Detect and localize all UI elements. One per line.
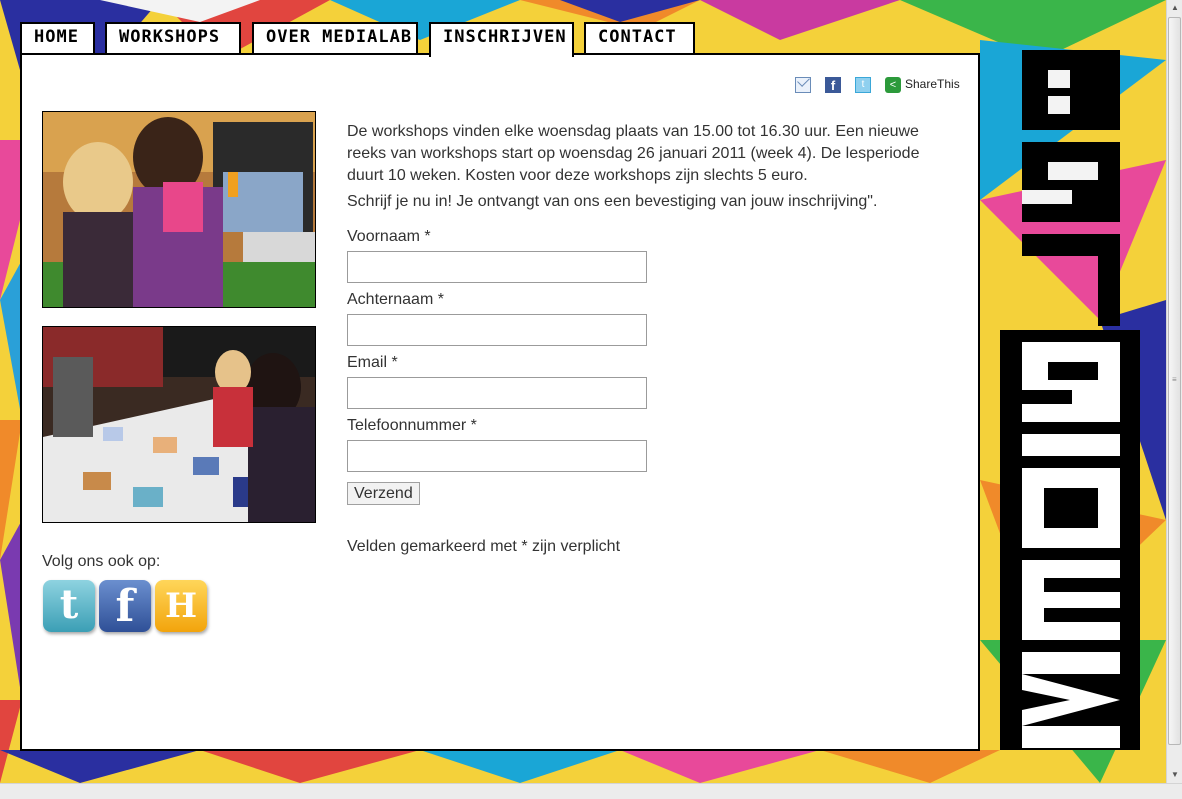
submit-button[interactable]: Verzend (347, 482, 420, 505)
tab-workshops[interactable]: WORKSHOPS (105, 22, 241, 53)
signup-call-to-action: Schrijf je nu in! Je ontvangt van ons ee… (347, 193, 878, 210)
hyves-icon[interactable]: H (155, 580, 207, 632)
phone-field[interactable] (347, 440, 647, 472)
scroll-up-arrow-icon[interactable]: ▲ (1167, 0, 1182, 16)
content-panel: f t < ShareThis Volg ons ook op: t f H D… (20, 53, 980, 751)
sharethis-icon[interactable]: < (885, 77, 901, 93)
tab-contact[interactable]: CONTACT (584, 22, 695, 53)
tab-over-medialab[interactable]: OVER MEDIALAB (252, 22, 418, 53)
scrollbar-thumb[interactable]: ≡ (1168, 17, 1181, 745)
last-name-label: Achternaam * (347, 291, 444, 308)
vertical-scrollbar[interactable]: ▲ ≡ ▼ (1166, 0, 1182, 783)
email-label: Email * (347, 354, 398, 371)
email-field[interactable] (347, 377, 647, 409)
workshop-photo-1 (42, 111, 316, 308)
twitter-share-icon[interactable]: t (855, 77, 871, 93)
first-name-label: Voornaam * (347, 228, 431, 245)
intro-text: De workshops vinden elke woensdag plaats… (347, 123, 920, 184)
last-name-field[interactable] (347, 314, 647, 346)
scrollbar-grip-icon: ≡ (1172, 375, 1177, 384)
first-name-field[interactable] (347, 251, 647, 283)
required-fields-note: Velden gemarkeerd met * zijn verplicht (347, 538, 621, 555)
medialab-logo (1000, 50, 1140, 750)
tab-inschrijven[interactable]: INSCHRIJVEN (429, 22, 574, 57)
email-share-icon[interactable] (795, 77, 811, 93)
horizontal-scrollbar[interactable] (0, 783, 1182, 799)
share-bar: f t < ShareThis (795, 75, 960, 95)
sharethis-label[interactable]: ShareThis (905, 77, 960, 91)
scroll-down-arrow-icon[interactable]: ▼ (1167, 767, 1182, 783)
phone-label: Telefoonnummer * (347, 417, 477, 434)
workshop-photo-2 (42, 326, 316, 523)
twitter-icon[interactable]: t (43, 580, 95, 632)
follow-us-label: Volg ons ook op: (42, 553, 161, 570)
facebook-share-icon[interactable]: f (825, 77, 841, 93)
tab-home[interactable]: HOME (20, 22, 95, 53)
facebook-icon[interactable]: f (99, 580, 151, 632)
